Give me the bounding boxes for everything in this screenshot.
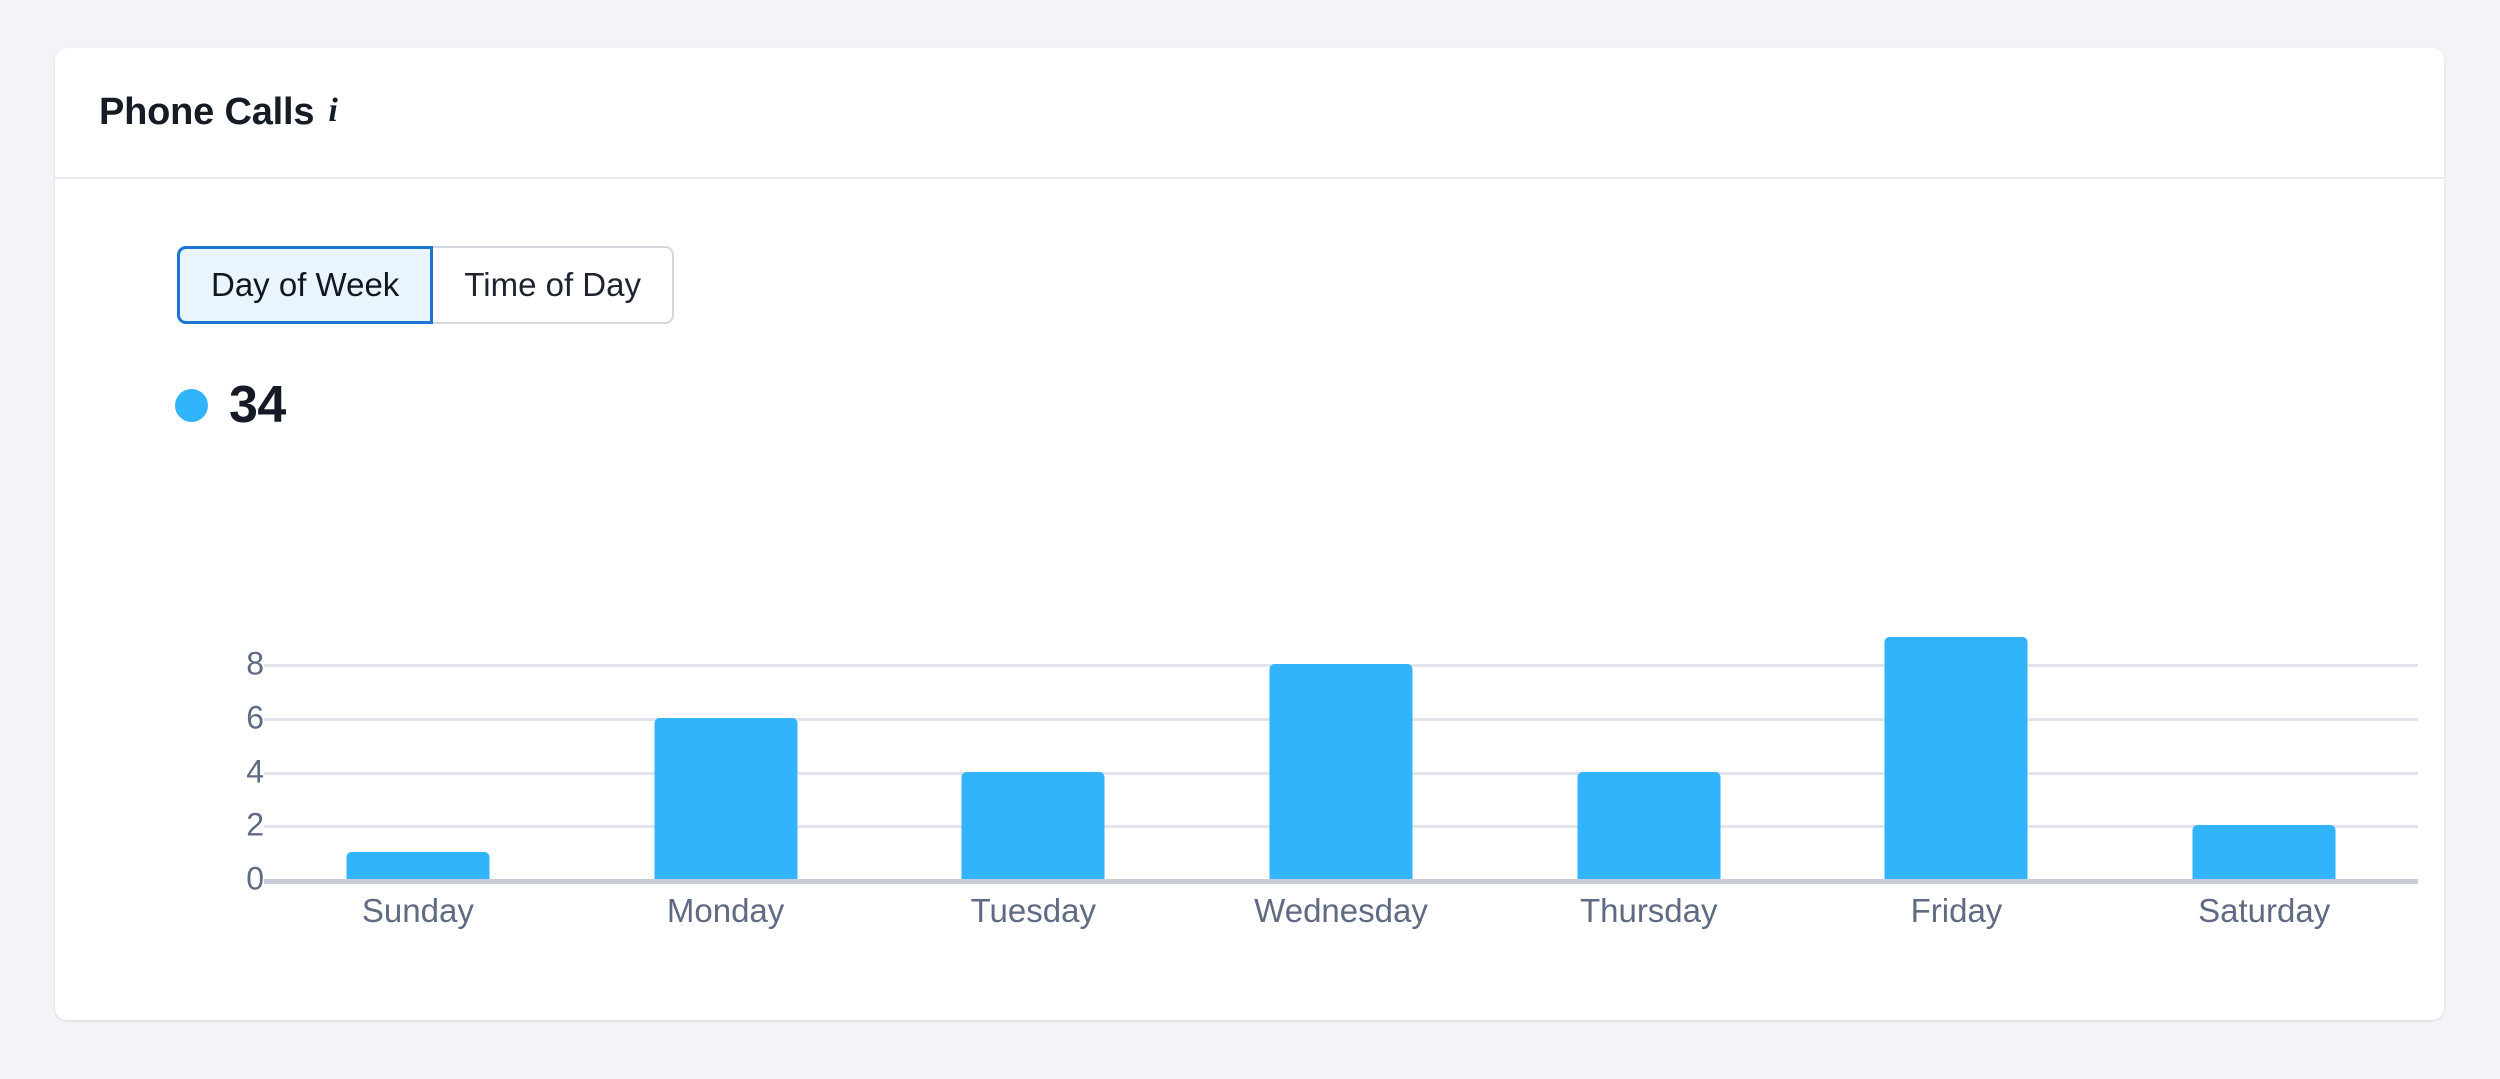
y-axis-tick-label: 2: [194, 807, 264, 844]
info-icon[interactable]: i: [328, 92, 337, 130]
bar-friday[interactable]: [1885, 637, 2028, 879]
phone-calls-card: Phone Calls i Day of Week Time of Day 34…: [55, 48, 2444, 1020]
bar-slot: [2110, 624, 2418, 879]
bar-slot: [264, 624, 572, 879]
y-axis-tick-label: 4: [194, 753, 264, 790]
page-title: Phone Calls: [99, 91, 314, 134]
y-axis-tick-label: 6: [194, 699, 264, 736]
chart-inner: 0 2 4 6 8 SundayMondayTuesdayWednesdayThursd…: [183, 624, 2418, 934]
x-axis-label-wednesday: Wednesday: [1187, 892, 1495, 930]
bar-sunday[interactable]: [346, 852, 489, 879]
x-axis-label-friday: Friday: [1803, 892, 2111, 930]
bar-slot: [879, 624, 1187, 879]
bar-thursday[interactable]: [1577, 772, 1720, 879]
bar-slot: [1803, 624, 2111, 879]
bar-wednesday[interactable]: [1270, 664, 1413, 879]
bar-slot: [1495, 624, 1803, 879]
y-axis-tick-label: 8: [194, 646, 264, 683]
x-axis-label-saturday: Saturday: [2110, 892, 2418, 930]
plot-area: [264, 624, 2418, 879]
bar-saturday[interactable]: [2193, 825, 2336, 879]
bar-tuesday[interactable]: [962, 772, 1105, 879]
axis-baseline: [264, 879, 2418, 884]
page-root: Phone Calls i Day of Week Time of Day 34…: [0, 0, 2500, 1079]
card-header: Phone Calls i: [55, 48, 2444, 179]
x-axis-label-sunday: Sunday: [264, 892, 572, 930]
x-axis-label-monday: Monday: [572, 892, 880, 930]
x-axis-label-tuesday: Tuesday: [879, 892, 1187, 930]
tab-day-of-week[interactable]: Day of Week: [177, 246, 433, 324]
y-axis: 02468: [183, 624, 264, 879]
bar-monday[interactable]: [654, 718, 797, 879]
y-axis-tick-label: 0: [194, 861, 264, 898]
x-axis-labels: SundayMondayTuesdayWednesdayThursdayFrid…: [264, 892, 2418, 930]
bar-slot: [1187, 624, 1495, 879]
bar-series: [264, 624, 2418, 879]
x-axis-label-thursday: Thursday: [1495, 892, 1803, 930]
bar-slot: [572, 624, 880, 879]
